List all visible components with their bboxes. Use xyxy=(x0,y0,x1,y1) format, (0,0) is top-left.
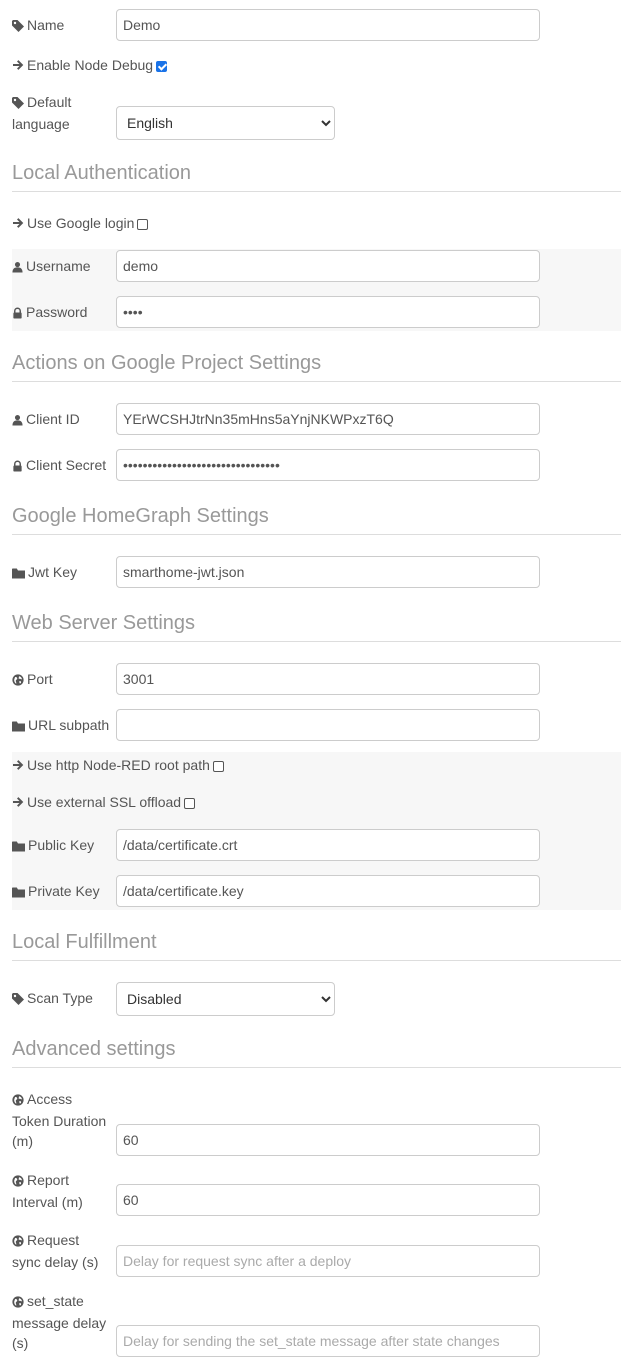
url-subpath-input[interactable] xyxy=(116,709,540,741)
tag-icon xyxy=(12,17,24,37)
arrow-right-icon xyxy=(12,794,27,810)
node-debug-row: Enable Node Debug xyxy=(12,55,168,75)
set-state-input[interactable] xyxy=(116,1325,540,1357)
globe-icon xyxy=(12,1091,24,1111)
globe-icon xyxy=(12,1232,24,1252)
folder-icon xyxy=(12,883,25,903)
folder-icon xyxy=(12,717,25,737)
access-token-label: Access Token Duration (m) xyxy=(12,1091,107,1149)
arrow-right-icon xyxy=(12,215,27,231)
http-root-checkbox[interactable] xyxy=(212,761,224,772)
lock-icon xyxy=(12,304,23,324)
report-interval-input[interactable] xyxy=(116,1184,540,1216)
name-input[interactable] xyxy=(116,9,540,41)
set-state-label: set_state message delay (s) xyxy=(12,1293,107,1351)
webserver-title: Web Server Settings xyxy=(12,611,621,642)
local-auth-title: Local Authentication xyxy=(12,161,621,192)
user-icon xyxy=(12,411,23,431)
scan-type-select[interactable]: Disabled xyxy=(116,982,335,1016)
password-input[interactable] xyxy=(116,296,540,328)
advanced-title: Advanced settings xyxy=(12,1037,621,1068)
access-token-input[interactable] xyxy=(116,1124,540,1156)
private-key-label: Private Key xyxy=(12,881,100,903)
ssl-offload-checkbox[interactable] xyxy=(184,798,196,809)
lock-icon xyxy=(12,457,23,477)
request-sync-label: Request sync delay (s) xyxy=(12,1232,99,1270)
jwt-key-label: Jwt Key xyxy=(12,562,77,584)
local-fulfillment-title: Local Fulfillment xyxy=(12,930,621,961)
client-secret-input[interactable] xyxy=(116,449,540,481)
tag-icon xyxy=(12,990,24,1010)
client-secret-label: Client Secret xyxy=(12,455,106,477)
client-id-input[interactable] xyxy=(116,403,540,435)
username-input[interactable] xyxy=(116,250,540,282)
arrow-right-icon xyxy=(12,757,27,773)
jwt-key-input[interactable] xyxy=(116,556,540,588)
url-subpath-label: URL subpath xyxy=(12,715,109,737)
node-debug-checkbox[interactable] xyxy=(156,61,168,72)
username-label: Username xyxy=(12,256,91,278)
actions-title: Actions on Google Project Settings xyxy=(12,351,621,382)
folder-icon xyxy=(12,837,25,857)
user-icon xyxy=(12,258,23,278)
folder-icon xyxy=(12,564,25,584)
ssl-offload-row: Use external SSL offload xyxy=(12,792,196,812)
password-label: Password xyxy=(12,302,87,324)
request-sync-input[interactable] xyxy=(116,1245,540,1277)
globe-icon xyxy=(12,1293,24,1313)
globe-icon xyxy=(12,671,24,691)
homegraph-title: Google HomeGraph Settings xyxy=(12,504,621,535)
http-root-row: Use http Node-RED root path xyxy=(12,755,224,775)
client-id-label: Client ID xyxy=(12,409,80,431)
name-label: Name xyxy=(12,15,64,37)
scan-type-label: Scan Type xyxy=(12,988,93,1010)
language-select[interactable]: English xyxy=(116,106,335,140)
tag-icon xyxy=(12,94,24,114)
arrow-right-icon xyxy=(12,57,27,73)
google-login-row: Use Google login xyxy=(12,213,149,233)
language-label: Default language xyxy=(12,94,72,132)
port-label: Port xyxy=(12,669,53,691)
google-login-checkbox[interactable] xyxy=(137,219,149,230)
public-key-input[interactable] xyxy=(116,829,540,861)
port-input[interactable] xyxy=(116,663,540,695)
report-interval-label: Report Interval (m) xyxy=(12,1172,83,1210)
private-key-input[interactable] xyxy=(116,875,540,907)
globe-icon xyxy=(12,1172,24,1192)
public-key-label: Public Key xyxy=(12,835,94,857)
